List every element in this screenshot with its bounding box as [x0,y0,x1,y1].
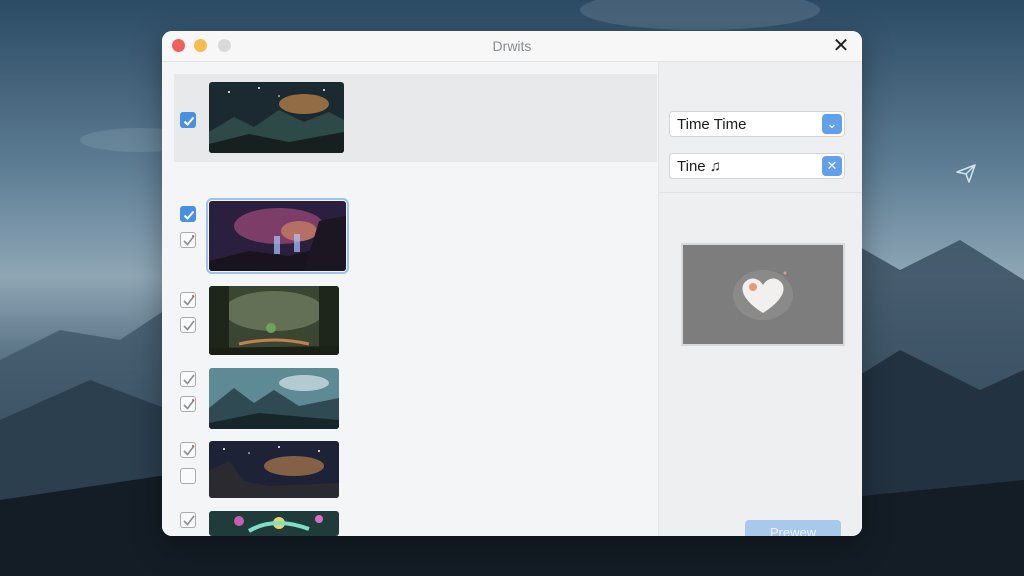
preview-image [681,243,845,346]
time-dropdown-label: Time Time [677,116,747,133]
preview-button[interactable]: Prewew [745,520,841,536]
tine-field[interactable]: Tine ♫ ✕ [669,153,845,179]
checkbox[interactable] [180,442,196,458]
list-item[interactable] [174,162,657,274]
send-icon[interactable] [955,162,977,184]
list-item[interactable] [174,326,657,429]
checkbox[interactable] [180,371,196,387]
app-window: Drwits ✕ Time Time ⌄ Tine ♫ ✕ Prewew [162,31,862,536]
list-item[interactable] [174,74,657,162]
checkbox[interactable] [180,206,196,222]
divider [659,192,862,193]
time-dropdown[interactable]: Time Time ⌄ [669,111,845,137]
checkbox[interactable] [180,512,196,528]
heart-icon [683,245,843,344]
checkbox[interactable] [180,292,196,308]
chevron-down-icon[interactable]: ⌄ [822,114,842,134]
list-item[interactable] [174,242,657,355]
thumbnail-image[interactable] [209,511,339,536]
window-title: Drwits [492,38,532,54]
checkbox[interactable] [180,112,196,128]
thumbnail-image[interactable] [209,82,344,153]
tine-field-label: Tine ♫ [677,158,722,175]
list-item[interactable] [174,396,657,498]
close-icon[interactable]: ✕ [830,35,852,57]
title-bar: Drwits ✕ [162,31,862,62]
side-panel: Time Time ⌄ Tine ♫ ✕ Prewew [658,62,862,536]
image-list [162,62,658,536]
close-icon[interactable]: ✕ [822,156,842,176]
list-item[interactable] [174,466,657,536]
